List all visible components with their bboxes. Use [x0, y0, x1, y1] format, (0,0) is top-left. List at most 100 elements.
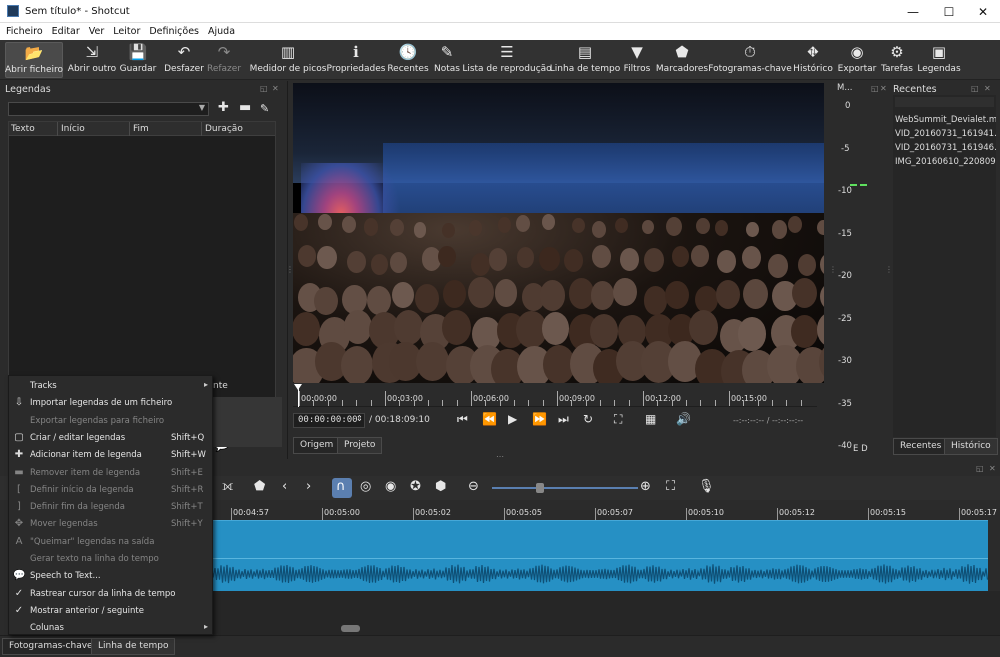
menu-item-shortcut: Shift+R	[171, 484, 204, 495]
close-panel-icon[interactable]: ✕	[984, 84, 991, 93]
column-end[interactable]: Fim	[133, 124, 149, 134]
toolbar-button-export[interactable]: ◉ Exportar	[838, 42, 877, 78]
list-item[interactable]: VID_20160731_161946.m...	[895, 143, 996, 153]
zoom-slider[interactable]	[492, 487, 638, 489]
marker-icon[interactable]: ⬟	[254, 479, 265, 494]
zoom-icon[interactable]: ⛶	[614, 412, 622, 427]
tab-keyframes[interactable]: Fotogramas-chave	[2, 638, 100, 655]
toolbar-button-notes[interactable]: ✎ Notas	[433, 42, 461, 78]
context-menu-item[interactable]: ✓ Mostrar anterior / seguinte	[9, 603, 212, 620]
menu-player[interactable]: Leitor	[109, 26, 145, 37]
toolbar-button-recent[interactable]: 🕓 Recentes	[387, 42, 429, 78]
tab-project[interactable]: Projeto	[337, 437, 383, 454]
close-panel-icon[interactable]: ✕	[880, 84, 887, 93]
toolbar-button-redo[interactable]: ↷ Refazer	[206, 42, 242, 78]
context-menu-item[interactable]: ✚ Adicionar item de legenda Shift+W	[9, 447, 212, 464]
recent-search-input[interactable]	[895, 97, 994, 107]
toolbar-button-keyframes[interactable]: ⏱ Fotogramas-chave	[708, 42, 792, 78]
toolbar-button-filter[interactable]: ▼ Filtros	[622, 42, 652, 78]
toolbar-button-timeline[interactable]: ▤ Linha de tempo	[550, 42, 620, 78]
list-item[interactable]: WebSummit_Devialet.m...	[895, 115, 996, 125]
toolbar-button-undo[interactable]: ↶ Desfazer	[164, 42, 204, 78]
float-panel-icon[interactable]: ◱	[976, 464, 984, 473]
toolbar-label: Recentes	[387, 64, 429, 74]
toolbar-button-subtitles[interactable]: ▣ Legendas	[917, 42, 960, 78]
edit-track-button[interactable]: ✎	[260, 102, 269, 115]
loop-icon[interactable]: ↻	[583, 412, 593, 426]
splitter-handle-icon[interactable]: ⋮	[829, 265, 837, 274]
volume-icon[interactable]: 🔊	[676, 412, 691, 426]
zoom-slider-handle[interactable]	[536, 483, 544, 493]
scrollbar-thumb[interactable]	[341, 625, 360, 632]
menu-help[interactable]: Ajuda	[204, 26, 240, 37]
tab-timeline[interactable]: Linha de tempo	[91, 638, 176, 655]
next-marker-icon[interactable]: ›	[306, 479, 311, 494]
previous-marker-icon[interactable]: ‹	[282, 479, 287, 494]
zoom-in-icon[interactable]: ⊕	[640, 479, 651, 494]
tab-source[interactable]: Origem	[293, 437, 341, 454]
record-audio-icon[interactable]: 🎙	[698, 479, 715, 494]
timeline-ruler[interactable]: 00:04:57 00:05:00 00:05:02 00:05:05 00:05:07…	[212, 502, 998, 520]
skip-next-icon[interactable]: ⏭	[558, 412, 569, 427]
toolbar-button-playlist[interactable]: ☰ Lista de reprodução	[462, 42, 551, 78]
timeline-horizontal-scrollbar[interactable]	[212, 623, 988, 635]
viewer-ruler[interactable]: 00:00:00 00:03:00 00:06:00 00:09:00 00:12:00…	[293, 383, 817, 407]
track-select[interactable]: ▼	[8, 102, 209, 116]
context-menu-item[interactable]: ⇩ Importar legendas de um ficheiro	[9, 395, 212, 412]
float-panel-icon[interactable]: ◱	[971, 84, 979, 93]
toolbar-button-open-other[interactable]: ⇲ Abrir outro	[67, 42, 117, 78]
list-item[interactable]: IMG_20160610_220809.jpg	[895, 157, 996, 167]
add-track-button[interactable]: ✚	[218, 100, 229, 115]
context-menu-item[interactable]: ▢ Criar / editar legendas Shift+Q	[9, 430, 212, 447]
close-panel-icon[interactable]: ✕	[989, 464, 996, 473]
scrub-icon[interactable]: ◎	[360, 479, 371, 494]
zoom-out-icon[interactable]: ⊖	[468, 479, 479, 494]
play-icon[interactable]: ▶	[508, 412, 517, 426]
context-menu-item[interactable]: Colunas ▸	[9, 620, 212, 637]
context-menu-item[interactable]: ✓ Rastrear cursor da linha de tempo	[9, 586, 212, 603]
column-text[interactable]: Texto	[11, 124, 35, 134]
video-viewer[interactable]	[293, 83, 824, 383]
tab-recent[interactable]: Recentes	[893, 438, 949, 455]
maximize-button[interactable]: ☐	[932, 0, 966, 23]
toolbar-button-peak-meter[interactable]: ▥ Medidor de picos	[250, 42, 327, 78]
timeline-clip[interactable]	[212, 520, 988, 591]
close-window-button[interactable]: ✕	[966, 0, 1000, 23]
close-panel-icon[interactable]: ✕	[272, 84, 279, 93]
float-panel-icon[interactable]: ◱	[260, 84, 268, 93]
toolbar-button-jobs[interactable]: ⚙ Tarefas	[880, 42, 914, 78]
toolbar-button-marker[interactable]: ⬟ Marcadores	[656, 42, 708, 78]
context-menu-item[interactable]: Tracks ▸	[9, 378, 212, 395]
toolbar-button-folder[interactable]: 📂 Abrir ficheiro	[5, 42, 63, 78]
fast-forward-icon[interactable]: ⏩	[532, 412, 547, 426]
menu-edit[interactable]: Editar	[48, 26, 85, 37]
column-start[interactable]: Início	[61, 124, 85, 134]
minimize-button[interactable]: —	[896, 0, 930, 23]
menu-settings[interactable]: Definições	[145, 26, 204, 37]
context-menu-item[interactable]: 💬 Speech to Text...	[9, 568, 212, 585]
ripple-markers-icon[interactable]: ⬢	[435, 479, 446, 494]
grid-icon[interactable]: ▦	[645, 412, 656, 426]
split-icon[interactable]: ⟗	[222, 479, 233, 494]
menu-view[interactable]: Ver	[85, 26, 110, 37]
toolbar-button-history[interactable]: ⛖ Histórico	[793, 42, 833, 78]
zoom-fit-icon[interactable]: ⛶	[666, 479, 675, 494]
timecode-stepper-icon[interactable]: ⇕	[356, 414, 363, 423]
ruler-tick	[686, 508, 687, 520]
ripple-all-icon[interactable]: ✪	[410, 479, 421, 494]
toolbar-button-properties[interactable]: ℹ Propriedades	[327, 42, 386, 78]
recent-list[interactable]: WebSummit_Devialet.m... VID_20160731_161…	[893, 95, 996, 437]
skip-previous-icon[interactable]: ⏮	[457, 412, 468, 427]
float-panel-icon[interactable]: ◱	[871, 84, 879, 93]
chevron-down-icon: ▼	[198, 103, 205, 112]
list-item[interactable]: VID_20160731_161941.m...	[895, 129, 996, 139]
timecode-input[interactable]: 00:00:00:00	[293, 413, 365, 428]
rewind-icon[interactable]: ⏪	[482, 412, 497, 426]
ripple-icon[interactable]: ◉	[385, 479, 396, 494]
menu-file[interactable]: Ficheiro	[2, 26, 48, 37]
remove-track-button[interactable]: ▬	[239, 100, 251, 115]
toolbar-button-save[interactable]: 💾 Guardar	[120, 42, 157, 78]
column-duration[interactable]: Duração	[205, 124, 243, 134]
tab-history[interactable]: Histórico	[944, 438, 998, 455]
splitter-handle-icon[interactable]: ⋯	[496, 452, 504, 461]
